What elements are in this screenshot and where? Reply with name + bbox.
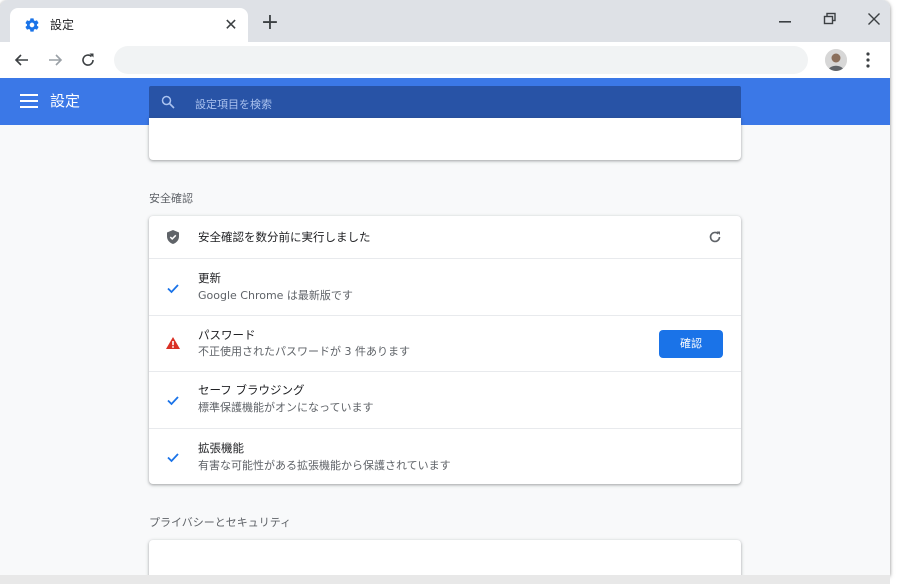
previous-section-card xyxy=(149,118,741,160)
arrow-right-icon xyxy=(49,54,63,66)
back-button[interactable] xyxy=(12,50,32,70)
browser-toolbar xyxy=(0,42,890,78)
safety-item-title: 拡張機能 xyxy=(198,441,244,455)
safety-item-detail: 有害な可能性がある拡張機能から保護されています xyxy=(198,459,451,472)
address-bar[interactable] xyxy=(114,46,808,74)
safety-item-extensions: 拡張機能 有害な可能性がある拡張機能から保護されています xyxy=(149,428,741,485)
safety-item-updates: 更新 Google Chrome は最新版です xyxy=(149,258,741,316)
safety-item-detail: Google Chrome は最新版です xyxy=(198,289,353,302)
close-icon[interactable]: ✕ xyxy=(222,16,240,34)
review-passwords-button[interactable]: 確認 xyxy=(659,330,723,358)
privacy-card xyxy=(149,540,741,575)
close-window-button[interactable] xyxy=(859,8,889,32)
safety-check-card: 安全確認を数分前に実行しました 更新 Google Chrome は最新版です … xyxy=(149,216,741,484)
arrow-left-icon xyxy=(14,54,28,66)
safety-item-title: パスワード xyxy=(198,328,256,342)
hamburger-menu-icon[interactable] xyxy=(20,94,38,108)
refresh-icon[interactable] xyxy=(707,229,723,245)
close-window-icon xyxy=(868,13,880,25)
safety-check-summary: 安全確認を数分前に実行しました xyxy=(198,230,371,244)
reload-icon xyxy=(82,53,94,66)
minimize-icon xyxy=(779,21,791,23)
search-icon xyxy=(161,95,175,109)
browser-window: 設定 ✕ + 設定 設定項目を検索 安全確認 安全確認を数分前に実行しました 更… xyxy=(0,0,890,575)
new-tab-button[interactable]: + xyxy=(259,12,281,34)
section-title-safety-check: 安全確認 xyxy=(149,192,193,205)
settings-search[interactable] xyxy=(149,86,741,119)
restore-icon xyxy=(823,12,836,25)
safety-check-summary-row: 安全確認を数分前に実行しました xyxy=(149,216,741,258)
menu-button[interactable] xyxy=(860,50,876,70)
safety-item-detail: 標準保護機能がオンになっています xyxy=(198,401,374,414)
profile-avatar-icon xyxy=(825,49,847,71)
safety-item-passwords: パスワード 不正使用されたパスワードが 3 件あります 確認 xyxy=(149,315,741,372)
search-input[interactable] xyxy=(193,93,717,115)
avatar[interactable] xyxy=(825,49,847,71)
safety-item-safe-browsing: セーフ ブラウジング 標準保護機能がオンになっています xyxy=(149,371,741,429)
section-title-privacy: プライバシーとセキュリティ xyxy=(149,516,292,529)
check-icon xyxy=(167,396,179,406)
shield-icon xyxy=(167,230,179,244)
check-icon xyxy=(167,284,179,294)
tab-settings[interactable]: 設定 ✕ xyxy=(10,8,248,42)
gear-icon xyxy=(25,18,39,32)
safety-item-detail: 不正使用されたパスワードが 3 件あります xyxy=(198,345,410,358)
reload-button[interactable] xyxy=(78,50,98,70)
tab-strip: 設定 ✕ + xyxy=(0,0,890,42)
tab-title: 設定 xyxy=(50,18,75,32)
page-title: 設定 xyxy=(50,92,81,110)
restore-button[interactable] xyxy=(815,8,845,32)
safety-item-title: 更新 xyxy=(198,271,221,285)
kebab-menu-icon xyxy=(866,52,870,68)
warning-icon xyxy=(166,337,180,349)
window-bottom-edge xyxy=(0,575,890,584)
minimize-button[interactable] xyxy=(770,8,800,32)
safety-item-title: セーフ ブラウジング xyxy=(198,383,305,397)
check-icon xyxy=(167,453,179,463)
forward-button[interactable] xyxy=(45,50,65,70)
